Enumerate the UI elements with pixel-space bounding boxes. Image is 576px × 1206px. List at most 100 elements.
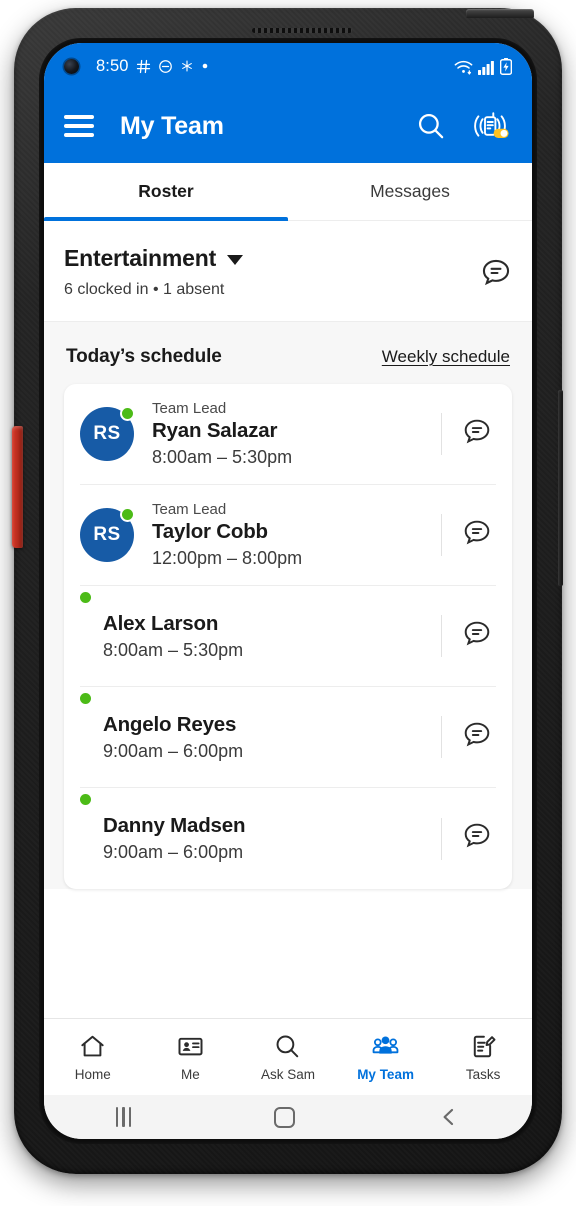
- bottom-navigation-bar: Home Me Ask Sam My Team Tasks: [44, 1018, 532, 1095]
- phone-device-frame: 8:50 My Team Roster Messages Entertainme…: [12, 8, 563, 1174]
- divider: [441, 716, 442, 758]
- roster-row-chat-button[interactable]: [462, 720, 496, 755]
- search-icon[interactable]: [416, 111, 446, 141]
- roster-row-chat-button[interactable]: [462, 619, 496, 654]
- chat-bubble-icon: [482, 259, 510, 286]
- asterisk-icon: [181, 60, 192, 72]
- app-bar-actions: [416, 109, 512, 143]
- department-section: Entertainment 6 clocked in • 1 absent: [44, 221, 532, 322]
- roster-row-time: 12:00pm – 8:00pm: [152, 548, 303, 568]
- department-info: Entertainment 6 clocked in • 1 absent: [64, 245, 244, 299]
- roster-row-time: 9:00am – 6:00pm: [103, 740, 244, 761]
- status-bar: 8:50: [44, 43, 532, 89]
- roster-row-role: Team Lead: [152, 501, 227, 518]
- avatar: RS: [80, 406, 135, 461]
- nav-label-tasks: Tasks: [465, 1066, 501, 1082]
- roster-row-body: Alex Larson 8:00am – 5:30pm: [103, 612, 433, 661]
- divider: [441, 615, 442, 657]
- online-status-dot: [120, 406, 135, 421]
- nav-label-me: Me: [181, 1066, 200, 1082]
- front-camera-punch-hole: [64, 58, 79, 74]
- chat-bubble-icon: [464, 419, 490, 443]
- search-icon: [277, 1035, 299, 1057]
- department-chat-button[interactable]: [480, 257, 512, 294]
- roster-row-name: Danny Madsen: [103, 814, 246, 837]
- nav-item-ask-sam[interactable]: Ask Sam: [239, 1033, 337, 1082]
- department-name: Entertainment: [64, 245, 217, 271]
- divider: [441, 413, 442, 455]
- home-square-icon[interactable]: [274, 1106, 296, 1128]
- roster-row-chat-button[interactable]: [462, 518, 496, 553]
- roster-row-role: Team Lead: [152, 400, 227, 417]
- note-pencil-icon: [473, 1035, 496, 1057]
- schedule-section: Today’s schedule Weekly schedule RS Team …: [44, 322, 532, 889]
- tab-roster-label: Roster: [138, 181, 194, 201]
- dot-icon: [202, 63, 207, 69]
- chat-bubble-icon: [464, 621, 490, 645]
- tab-bar: Roster Messages: [44, 163, 532, 221]
- tab-roster[interactable]: Roster: [44, 163, 288, 221]
- battery-charging-icon: [500, 57, 512, 75]
- power-side-button[interactable]: [558, 390, 563, 586]
- roster-row[interactable]: RS Team Lead Taylor Cobb 12:00pm – 8:00pm: [80, 485, 496, 586]
- back-chevron-icon[interactable]: [438, 1106, 460, 1128]
- nav-item-my-team[interactable]: My Team: [337, 1033, 435, 1082]
- hamburger-menu-icon[interactable]: [64, 115, 94, 137]
- roster-row[interactable]: Alex Larson 8:00am – 5:30pm: [80, 586, 496, 687]
- status-bar-clock: 8:50: [96, 56, 129, 75]
- avatar: RS: [80, 507, 135, 562]
- divider: [441, 817, 442, 860]
- top-edge-button[interactable]: [466, 9, 534, 18]
- online-status-dot: [80, 693, 91, 704]
- roster-row-time: 8:00am – 5:30pm: [152, 447, 293, 467]
- home-icon: [81, 1035, 104, 1056]
- roster-row[interactable]: Angelo Reyes 9:00am – 6:00pm: [80, 687, 496, 788]
- slack-icon: [136, 59, 150, 73]
- roster-row-chat-button[interactable]: [462, 821, 496, 856]
- weekly-schedule-link[interactable]: Weekly schedule: [382, 347, 510, 367]
- roster-row-name: Ryan Salazar: [152, 419, 278, 442]
- nav-label-home: Home: [74, 1066, 111, 1082]
- chat-bubble-icon: [464, 823, 490, 848]
- online-status-dot: [80, 592, 91, 603]
- cellular-signal-icon: [478, 60, 494, 75]
- roster-row-time: 8:00am – 5:30pm: [103, 639, 244, 660]
- roster-row[interactable]: Danny Madsen 9:00am – 6:00pm: [80, 788, 496, 889]
- earpiece-speaker-grille: [252, 28, 352, 33]
- roster-row[interactable]: RS Team Lead Ryan Salazar 8:00am – 5:30pm: [80, 384, 496, 485]
- tab-messages[interactable]: Messages: [288, 163, 532, 220]
- chevron-down-icon: [227, 255, 244, 265]
- nav-item-tasks[interactable]: Tasks: [434, 1033, 532, 1082]
- roster-row-name: Angelo Reyes: [103, 712, 237, 736]
- roster-row-name: Alex Larson: [103, 611, 219, 635]
- roster-row-body: Team Lead Taylor Cobb 12:00pm – 8:00pm: [152, 501, 433, 569]
- do-not-disturb-icon: [158, 59, 172, 73]
- android-system-navigation-bar: [44, 1095, 532, 1139]
- online-status-dot: [80, 794, 91, 805]
- schedule-title: Today’s schedule: [66, 346, 222, 367]
- department-selector[interactable]: Entertainment: [64, 245, 244, 272]
- wifi-icon: [454, 60, 473, 75]
- people-icon: [372, 1035, 399, 1054]
- online-status-dot: [120, 507, 135, 522]
- push-to-talk-side-button[interactable]: [12, 426, 23, 548]
- department-status: 6 clocked in • 1 absent: [64, 281, 225, 298]
- roster-row-body: Team Lead Ryan Salazar 8:00am – 5:30pm: [152, 400, 433, 468]
- status-bar-right: [454, 57, 512, 75]
- roster-row-body: Angelo Reyes 9:00am – 6:00pm: [103, 713, 433, 762]
- phone-screen: 8:50 My Team Roster Messages Entertainme…: [44, 43, 532, 1139]
- roster-row-name: Taylor Cobb: [152, 520, 268, 543]
- chat-bubble-icon: [464, 520, 490, 544]
- roster-row-body: Danny Madsen 9:00am – 6:00pm: [103, 814, 433, 863]
- recents-icon[interactable]: [115, 1107, 132, 1127]
- roster-card: RS Team Lead Ryan Salazar 8:00am – 5:30pm RS…: [64, 384, 512, 889]
- roster-row-chat-button[interactable]: [462, 417, 496, 452]
- status-bar-left: 8:50: [96, 57, 209, 76]
- app-bar: My Team: [44, 89, 532, 163]
- nav-item-me[interactable]: Me: [142, 1033, 240, 1082]
- walkie-talkie-icon[interactable]: [468, 109, 512, 143]
- nav-label-ask-sam: Ask Sam: [260, 1066, 315, 1082]
- tab-messages-label: Messages: [370, 181, 450, 201]
- nav-item-home[interactable]: Home: [44, 1033, 142, 1082]
- badge-id-icon: [178, 1037, 203, 1055]
